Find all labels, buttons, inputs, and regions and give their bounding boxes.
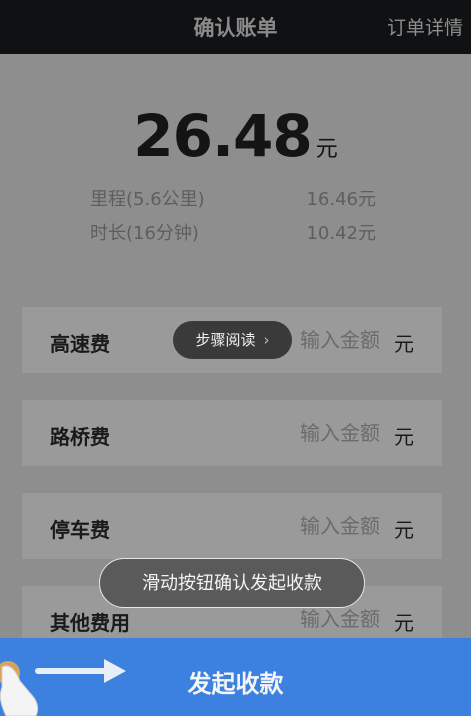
step-reading-button[interactable]: 步骤阅读 › [173, 321, 292, 359]
fee-unit: 元 [394, 332, 414, 356]
total-amount: 26.48 元 [0, 102, 471, 170]
fee-label: 高速费 [50, 332, 110, 356]
step-reading-label: 步骤阅读 [195, 331, 256, 349]
fee-label: 路桥费 [50, 425, 110, 449]
detail-value: 16.46元 [306, 189, 376, 210]
fee-label: 停车费 [50, 518, 110, 542]
total-amount-value: 26.48 [133, 102, 312, 170]
swipe-hand-icon [0, 659, 126, 716]
parking-fee-input[interactable] [240, 509, 380, 543]
detail-value: 10.42元 [306, 223, 376, 244]
fee-unit: 元 [394, 518, 414, 542]
fee-row-parking: 停车费 元 [22, 493, 442, 559]
fee-row-bridge: 路桥费 元 [22, 400, 442, 466]
fee-unit: 元 [394, 425, 414, 449]
bridge-fee-input[interactable] [240, 416, 380, 450]
detail-label: 时长(16分钟) [90, 223, 199, 244]
total-amount-unit: 元 [315, 137, 338, 162]
order-details-link[interactable]: 订单详情 [387, 13, 463, 40]
chevron-right-icon: › [263, 331, 270, 349]
detail-label: 里程(5.6公里) [90, 189, 205, 210]
fee-unit: 元 [394, 611, 414, 635]
swipe-hint-toast: 滑动按钮确认发起收款 [99, 558, 365, 608]
fee-label: 其他费用 [50, 611, 130, 635]
top-bar: 确认账单 订单详情 [0, 0, 471, 54]
